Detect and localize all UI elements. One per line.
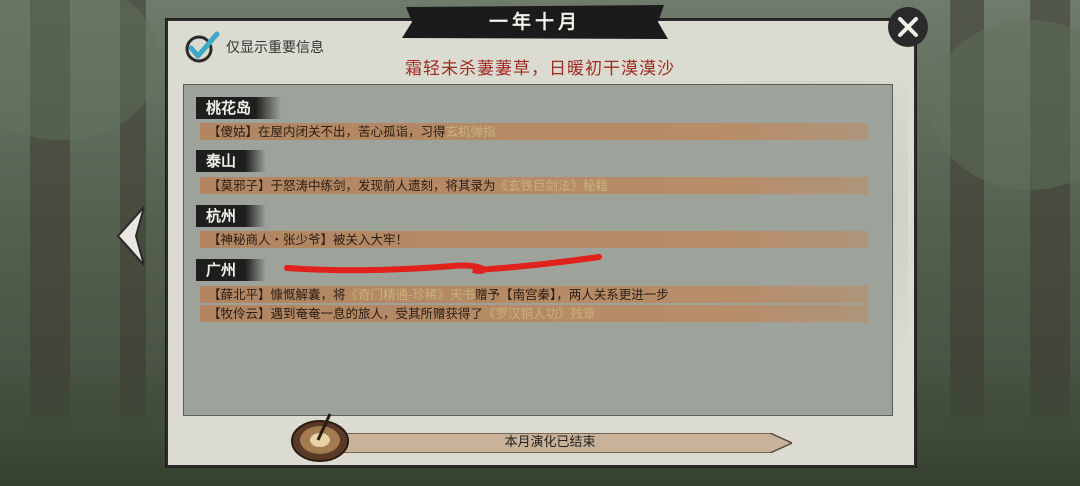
evolution-status: 本月演化已结束 xyxy=(504,435,596,450)
checkmark-icon xyxy=(185,31,220,63)
close-x-icon xyxy=(898,17,918,37)
event-row: 【牧伶云】遇到奄奄一息的旅人，受其所赠获得了《罗汉铜人功》残章 xyxy=(200,305,868,322)
window-title: 一年十月 xyxy=(488,11,581,33)
previous-page-arrow-icon[interactable] xyxy=(114,205,148,267)
poem-subtitle: 霜轻未杀萋萋草，日暖初干漠漠沙 xyxy=(405,59,675,79)
red-scribble-mark xyxy=(284,254,602,274)
event-row: 【神秘商人・张少爷】被关入大牢！ xyxy=(200,231,868,248)
close-button[interactable] xyxy=(888,7,928,47)
compass-icon xyxy=(291,413,349,462)
event-row: 【傻姑】在屋内闭关不出，苦心孤诣，习得玄机弹指 xyxy=(200,123,868,140)
event-row: 【莫邪子】于怒涛中练剑，发现前人遗刻，将其录为《玄铁巨剑法》秘籍 xyxy=(200,177,868,194)
region-header: 泰山 xyxy=(196,150,267,172)
event-row: 【薛北平】慷慨解囊，将《奇门精通-珍稀》天书赠予【南宫秦】，两人关系更进一步 xyxy=(200,286,868,303)
region-header: 广州 xyxy=(196,259,267,281)
region-header: 杭州 xyxy=(196,205,267,227)
region-header: 桃花岛 xyxy=(196,97,282,119)
checkbox[interactable] xyxy=(184,30,220,64)
